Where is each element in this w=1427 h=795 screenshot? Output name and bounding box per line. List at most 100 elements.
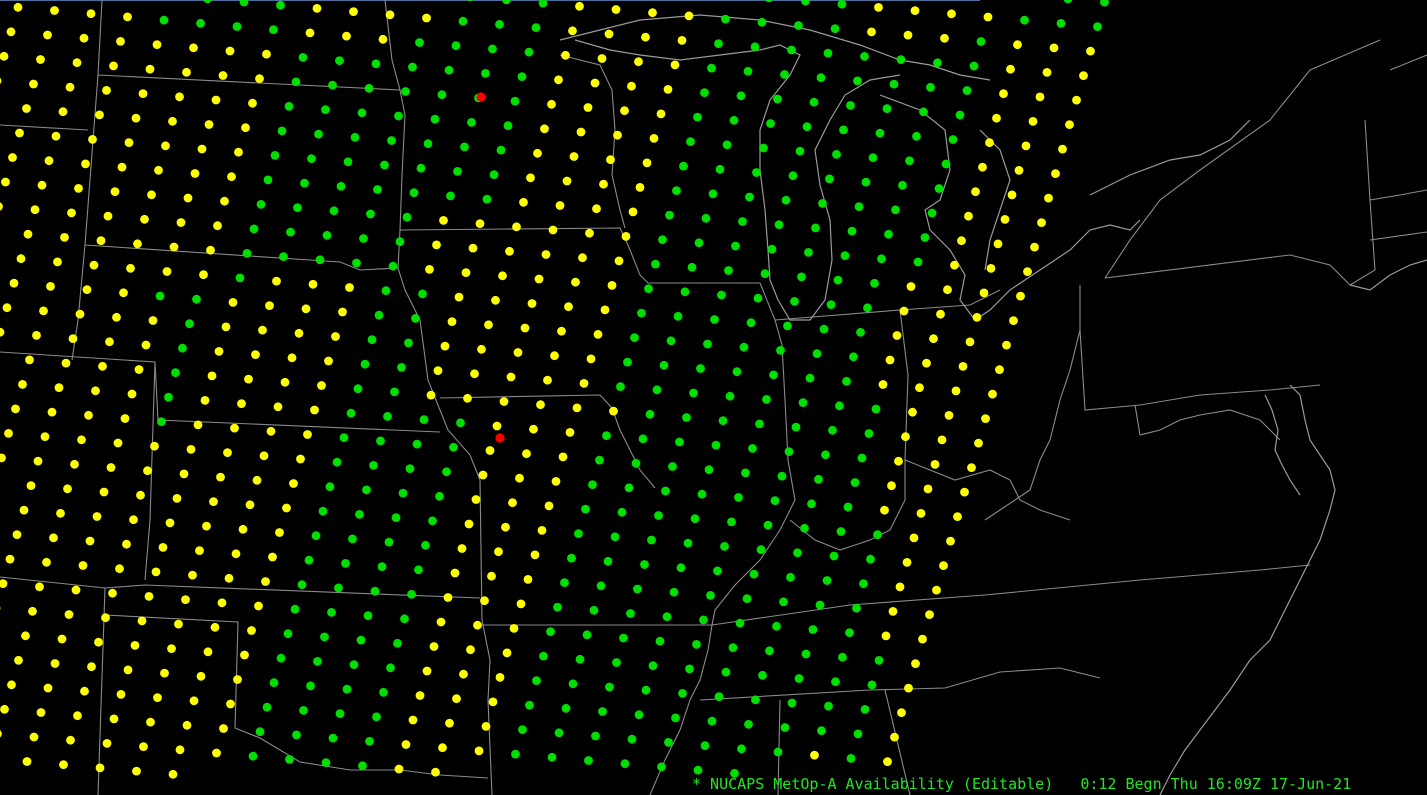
sounding-point[interactable] [540,124,549,134]
sounding-point[interactable] [819,324,829,334]
sounding-point[interactable] [672,186,681,196]
sounding-point[interactable] [561,703,571,713]
sounding-point[interactable] [620,106,629,116]
sounding-point[interactable] [207,371,217,381]
sounding-point[interactable] [88,135,97,144]
sounding-point[interactable] [815,600,825,610]
sounding-point[interactable] [240,650,249,660]
sounding-point[interactable] [920,233,930,242]
sounding-point[interactable] [915,383,924,393]
sounding-point[interactable] [599,179,608,189]
sounding-point[interactable] [1023,267,1032,276]
sounding-point[interactable] [117,162,127,172]
sounding-point[interactable] [311,531,321,541]
sounding-point[interactable] [300,178,309,188]
sounding-point[interactable] [409,188,419,198]
sounding-point[interactable] [1056,19,1066,28]
sounding-point[interactable] [265,301,274,310]
sounding-point[interactable] [641,32,650,42]
sounding-point[interactable] [203,647,213,657]
sounding-point[interactable] [679,161,688,171]
sounding-point[interactable] [863,303,872,313]
sounding-point[interactable] [816,73,826,83]
sounding-point[interactable] [159,15,169,25]
sounding-point[interactable] [182,67,191,77]
sounding-point[interactable] [756,545,766,554]
sounding-point[interactable] [703,339,712,349]
sounding-point[interactable] [95,763,105,773]
sounding-point[interactable] [131,113,141,123]
sounding-point[interactable] [214,347,224,356]
sounding-point[interactable] [859,579,868,589]
sounding-point[interactable] [475,219,485,229]
sounding-point[interactable] [178,343,187,353]
sounding-point[interactable] [648,661,658,671]
sounding-point[interactable] [804,248,813,257]
sounding-point[interactable] [537,526,547,535]
sounding-point[interactable] [1058,144,1067,154]
sounding-point[interactable] [297,580,307,590]
sounding-point[interactable] [1030,242,1039,252]
sounding-point[interactable] [358,761,367,771]
sounding-point[interactable] [342,684,352,694]
sounding-point[interactable] [817,726,826,736]
sounding-point[interactable] [165,518,175,528]
sounding-point[interactable] [186,445,196,454]
sounding-point[interactable] [965,337,975,347]
sounding-point[interactable] [962,86,972,95]
sounding-point[interactable] [979,288,989,298]
sounding-point[interactable] [762,395,771,404]
sounding-point[interactable] [181,595,190,604]
sounding-point[interactable] [986,264,996,273]
sounding-point[interactable] [811,223,820,233]
sounding-point[interactable] [701,213,711,223]
sounding-point[interactable] [155,291,165,301]
sounding-point[interactable] [70,459,79,469]
sounding-point[interactable] [220,196,229,206]
sounding-point[interactable] [56,508,65,518]
sounding-point[interactable] [677,36,687,45]
sounding-point[interactable] [398,488,408,498]
sounding-point[interactable] [1065,120,1074,129]
sounding-point[interactable] [558,452,568,462]
sounding-point[interactable] [202,521,211,531]
sounding-point[interactable] [560,578,569,587]
sounding-point[interactable] [422,13,431,23]
sounding-point[interactable] [313,657,322,666]
sounding-point[interactable] [974,438,983,448]
sounding-point[interactable] [168,769,178,779]
sounding-point[interactable] [773,94,782,104]
sounding-point[interactable] [96,236,106,246]
sounding-point[interactable] [249,224,259,234]
sounding-point[interactable] [765,646,774,656]
sounding-point[interactable] [119,288,128,298]
sounding-point[interactable] [98,361,107,371]
sounding-point[interactable] [232,22,242,31]
sounding-point[interactable] [457,544,467,553]
sounding-point[interactable] [328,80,337,90]
sounding-point[interactable] [200,396,210,405]
sounding-point[interactable] [505,246,514,256]
sounding-point[interactable] [992,113,1001,123]
sounding-point[interactable] [753,293,763,303]
sounding-point[interactable] [266,426,276,436]
sounding-point[interactable] [878,380,888,389]
sounding-point[interactable] [91,386,100,396]
sounding-point[interactable] [336,181,346,191]
sounding-point[interactable] [972,313,982,322]
sounding-point[interactable] [59,760,68,770]
sounding-point[interactable] [29,79,38,89]
sounding-point[interactable] [684,11,694,21]
sounding-point[interactable] [36,55,45,64]
sounding-point[interactable] [818,199,827,208]
sounding-point[interactable] [71,585,81,595]
sounding-point[interactable] [23,229,33,239]
sounding-point[interactable] [717,290,726,300]
sounding-point[interactable] [478,470,488,480]
sounding-point[interactable] [513,348,523,357]
sounding-point[interactable] [183,193,193,203]
sounding-point[interactable] [536,400,545,410]
sounding-point[interactable] [553,602,562,612]
sounding-point[interactable] [944,411,954,420]
sounding-point[interactable] [690,514,700,524]
